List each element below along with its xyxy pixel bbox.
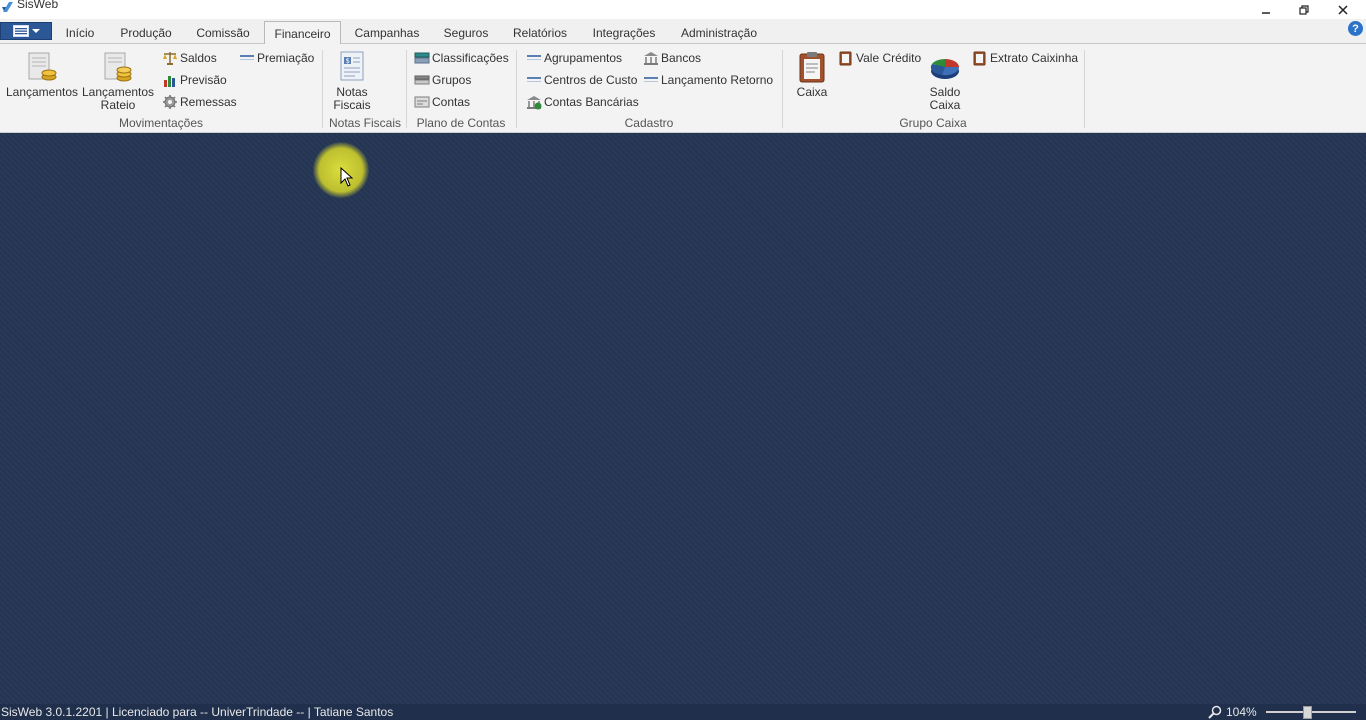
tab-producao[interactable]: Produção	[112, 21, 180, 44]
lancamentos-button[interactable]: Lançamentos	[6, 50, 78, 99]
grupos-button[interactable]: Grupos	[414, 72, 471, 88]
tab-campanhas[interactable]: Campanhas	[346, 21, 428, 44]
tab-integracoes[interactable]: Integrações	[584, 21, 664, 44]
list-lines-icon	[527, 77, 541, 82]
bank-money-icon	[527, 96, 542, 110]
zoom-slider-thumb[interactable]	[1303, 706, 1312, 719]
extrato-caixinha-button[interactable]: Extrato Caixinha	[972, 50, 1078, 66]
ledger-coins-icon	[28, 52, 57, 81]
card-icon	[414, 96, 430, 108]
restore-icon	[1299, 4, 1309, 15]
ledger-coins-split-icon	[104, 52, 132, 82]
contas-bancarias-label: Contas Bancárias	[544, 95, 639, 109]
agrupamentos-button[interactable]: Agrupamentos	[526, 50, 622, 66]
tab-seguros[interactable]: Seguros	[436, 21, 496, 44]
group-separator	[1084, 50, 1085, 128]
help-icon: ?	[1352, 22, 1359, 35]
stack-folder-icon	[414, 52, 430, 64]
app-logo-icon	[2, 2, 13, 12]
previsao-label: Previsão	[180, 73, 227, 87]
title-bar: SisWeb	[0, 0, 1366, 19]
classificacoes-label: Classificações	[432, 51, 509, 65]
chevron-down-icon	[31, 29, 40, 33]
pie-chart-icon	[930, 58, 960, 79]
bancos-label: Bancos	[661, 51, 702, 65]
tab-comissao[interactable]: Comissão	[189, 21, 257, 44]
clipboard-small-icon	[973, 51, 986, 66]
bar-chart-icon	[164, 76, 175, 87]
tab-inicio[interactable]: Início	[57, 21, 103, 44]
invoice-icon: $	[340, 51, 364, 81]
mouse-pointer-icon	[340, 167, 354, 187]
premiacao-button[interactable]: Premiação	[239, 50, 314, 66]
scale-icon	[163, 52, 177, 65]
premiacao-label: Premiação	[257, 51, 315, 65]
close-icon	[1338, 4, 1348, 15]
tab-relatorios[interactable]: Relatórios	[505, 21, 575, 44]
caixa-button[interactable]: Caixa	[792, 50, 832, 99]
tab-financeiro[interactable]: Financeiro	[264, 21, 341, 45]
list-lines-icon	[644, 77, 658, 82]
group-label-movimentacoes: Movimentações	[118, 116, 204, 130]
clipboard-icon	[799, 52, 825, 83]
menu-window-icon	[12, 25, 29, 37]
bancos-button[interactable]: Bancos	[643, 50, 701, 66]
stack-icon	[414, 75, 430, 85]
lancamento-retorno-label: Lançamento Retorno	[661, 73, 774, 87]
zoom-level: 104%	[1226, 705, 1257, 719]
group-label-cadastro: Cadastro	[624, 116, 674, 130]
group-separator	[322, 50, 323, 128]
zoom-magnifier-icon	[1208, 705, 1222, 719]
saldo-caixa-button[interactable]: Saldo Caixa	[922, 50, 968, 112]
group-label-grupo-caixa: Grupo Caixa	[899, 116, 967, 130]
centros-de-custo-button[interactable]: Centros de Custo	[526, 72, 637, 88]
app-menu-button[interactable]	[0, 22, 52, 40]
grupos-label: Grupos	[432, 73, 472, 87]
svg-text:$: $	[346, 57, 350, 65]
window-title: SisWeb	[17, 0, 59, 11]
lancamento-retorno-button[interactable]: Lançamento Retorno	[643, 72, 773, 88]
mdi-workspace[interactable]	[0, 134, 1366, 704]
clipboard-small-icon	[839, 51, 852, 66]
vale-credito-button[interactable]: Vale Crédito	[838, 50, 921, 66]
minimize-icon	[1262, 11, 1270, 14]
saldos-button[interactable]: Saldos	[162, 50, 217, 66]
agrupamentos-label: Agrupamentos	[544, 51, 623, 65]
close-button[interactable]	[1320, 0, 1366, 19]
tab-administracao[interactable]: Administração	[673, 21, 765, 44]
list-lines-icon	[527, 55, 541, 60]
gear-icon	[163, 95, 177, 109]
remessas-label: Remessas	[180, 95, 237, 109]
contas-button[interactable]: Contas	[414, 94, 470, 110]
ribbon-tab-bar: Início Produção Comissão Financeiro Camp…	[0, 19, 1366, 45]
lancamentos-rateio-label: Lançamentos Rateio	[82, 85, 155, 112]
previsao-button[interactable]: Previsão	[162, 72, 227, 88]
classificacoes-button[interactable]: Classificações	[414, 50, 509, 66]
extrato-caixinha-label: Extrato Caixinha	[990, 51, 1079, 65]
notas-fiscais-button[interactable]: $ Notas Fiscais	[330, 50, 374, 112]
group-label-plano-de-contas: Plano de Contas	[416, 116, 506, 130]
list-lines-icon	[240, 55, 254, 60]
ribbon-financeiro: Lançamentos Lançamentos Rateio Saldos Pr…	[0, 44, 1366, 133]
group-label-notas-fiscais: Notas Fiscais	[328, 116, 402, 130]
lancamentos-label: Lançamentos	[5, 85, 79, 99]
vale-credito-label: Vale Crédito	[856, 51, 922, 65]
status-bar: SisWeb 3.0.1.2201 | Licenciado para -- U…	[0, 704, 1366, 720]
caixa-label: Caixa	[796, 85, 828, 99]
notas-fiscais-label: Notas Fiscais	[333, 85, 371, 112]
contas-label: Contas	[432, 95, 471, 109]
lancamentos-rateio-button[interactable]: Lançamentos Rateio	[82, 50, 154, 112]
saldos-label: Saldos	[180, 51, 217, 65]
status-text: SisWeb 3.0.1.2201 | Licenciado para -- U…	[1, 705, 394, 719]
saldo-caixa-label: Saldo Caixa	[929, 85, 961, 112]
help-button[interactable]: ?	[1348, 21, 1363, 36]
bank-icon	[644, 52, 658, 65]
remessas-button[interactable]: Remessas	[162, 94, 237, 110]
centros-de-custo-label: Centros de Custo	[544, 73, 638, 87]
contas-bancarias-button[interactable]: Contas Bancárias	[526, 94, 639, 110]
